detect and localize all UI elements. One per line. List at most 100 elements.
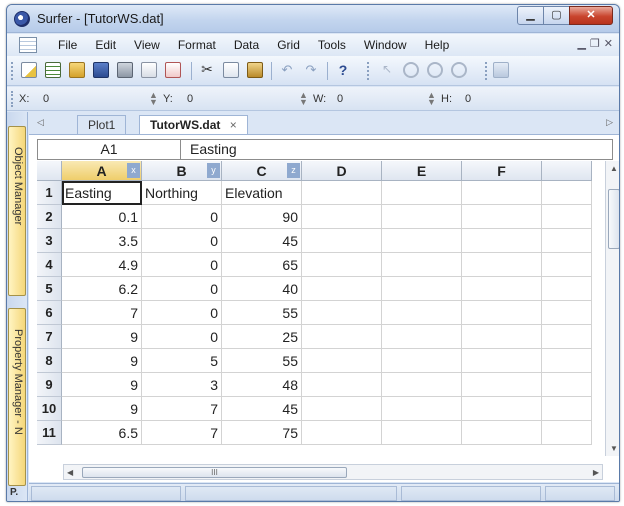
close-button[interactable]: ✕ xyxy=(569,6,613,25)
data-cell[interactable]: 48 xyxy=(222,373,302,397)
empty-cell[interactable] xyxy=(382,397,462,421)
empty-cell[interactable] xyxy=(302,349,382,373)
row-header[interactable]: 9 xyxy=(37,373,62,397)
data-cell[interactable]: 0 xyxy=(142,229,222,253)
empty-cell[interactable] xyxy=(302,301,382,325)
empty-cell[interactable] xyxy=(542,301,592,325)
header-cell[interactable]: Elevation xyxy=(222,181,302,205)
empty-cell[interactable] xyxy=(542,229,592,253)
title-bar[interactable]: Surfer - [TutorWS.dat] ▁ ▢ ✕ xyxy=(7,5,619,33)
scroll-left-icon[interactable]: ◀ xyxy=(67,468,73,477)
scroll-down-icon[interactable]: ▼ xyxy=(610,444,618,453)
menu-edit[interactable]: Edit xyxy=(86,38,125,52)
maximize-button[interactable]: ▢ xyxy=(543,6,570,25)
menu-view[interactable]: View xyxy=(125,38,169,52)
object-manager-tab[interactable]: Object Manager xyxy=(8,126,26,296)
y-coord-field[interactable]: 0 xyxy=(187,93,193,105)
menu-help[interactable]: Help xyxy=(416,38,459,52)
empty-cell[interactable] xyxy=(462,349,542,373)
w-size-field[interactable]: 0 xyxy=(337,93,343,105)
header-cell[interactable]: Northing xyxy=(142,181,222,205)
row-header[interactable]: 7 xyxy=(37,325,62,349)
empty-cell[interactable] xyxy=(542,397,592,421)
column-header-a[interactable]: A x xyxy=(62,161,142,181)
empty-cell[interactable] xyxy=(462,325,542,349)
empty-cell[interactable] xyxy=(302,397,382,421)
empty-cell[interactable] xyxy=(462,373,542,397)
tab-close-icon[interactable]: × xyxy=(230,118,237,132)
data-cell[interactable]: 55 xyxy=(222,349,302,373)
row-header[interactable]: 11 xyxy=(37,421,62,445)
menu-tools[interactable]: Tools xyxy=(309,38,355,52)
data-cell[interactable]: 0 xyxy=(142,277,222,301)
save-icon[interactable] xyxy=(93,62,109,78)
empty-cell[interactable] xyxy=(462,301,542,325)
column-header-g[interactable] xyxy=(542,161,592,181)
data-cell[interactable]: 55 xyxy=(222,301,302,325)
undo-icon[interactable]: ↶ xyxy=(279,62,295,78)
vertical-scrollbar[interactable]: ▲ ▼ xyxy=(605,161,619,456)
column-header-d[interactable]: D xyxy=(302,161,382,181)
x-spinner-icon[interactable]: ▲ ▼ xyxy=(149,91,158,107)
empty-cell[interactable] xyxy=(462,277,542,301)
doc-close-icon[interactable]: ✕ xyxy=(604,37,613,50)
data-cell[interactable]: 90 xyxy=(222,205,302,229)
empty-cell[interactable] xyxy=(462,397,542,421)
tab-scroll-left-icon[interactable]: ◁ xyxy=(37,117,44,128)
w-spinner-icon[interactable]: ▲ ▼ xyxy=(427,91,436,107)
data-cell[interactable]: 6.2 xyxy=(62,277,142,301)
page-setup-icon[interactable] xyxy=(165,62,181,78)
redo-icon[interactable]: ↷ xyxy=(303,62,319,78)
empty-cell[interactable] xyxy=(462,421,542,445)
empty-cell[interactable] xyxy=(382,205,462,229)
row-header[interactable]: 3 xyxy=(37,229,62,253)
empty-cell[interactable] xyxy=(302,181,382,205)
scroll-right-icon[interactable]: ▶ xyxy=(593,468,599,477)
data-cell[interactable]: 3.5 xyxy=(62,229,142,253)
data-cell[interactable]: 45 xyxy=(222,229,302,253)
data-cell[interactable]: 75 xyxy=(222,421,302,445)
print-preview-icon[interactable] xyxy=(141,62,157,78)
open-folder-icon[interactable] xyxy=(69,62,85,78)
menu-grid[interactable]: Grid xyxy=(268,38,309,52)
menu-file[interactable]: File xyxy=(49,38,86,52)
empty-cell[interactable] xyxy=(542,421,592,445)
scroll-up-icon[interactable]: ▲ xyxy=(610,164,618,173)
empty-cell[interactable] xyxy=(382,421,462,445)
data-cell[interactable]: 9 xyxy=(62,349,142,373)
empty-cell[interactable] xyxy=(382,373,462,397)
cell-content-field[interactable]: Easting xyxy=(190,140,237,159)
toolbar-grip[interactable] xyxy=(11,91,14,107)
toolbar-options-icon[interactable] xyxy=(493,62,509,78)
empty-cell[interactable] xyxy=(302,229,382,253)
new-worksheet-icon[interactable] xyxy=(45,62,61,78)
empty-cell[interactable] xyxy=(302,253,382,277)
empty-cell[interactable] xyxy=(542,349,592,373)
row-header[interactable]: 4 xyxy=(37,253,62,277)
x-coord-field[interactable]: 0 xyxy=(43,93,49,105)
row-header[interactable]: 1 xyxy=(37,181,62,205)
data-cell[interactable]: 0 xyxy=(142,325,222,349)
y-spinner-icon[interactable]: ▲ ▼ xyxy=(299,91,308,107)
data-cell[interactable]: 45 xyxy=(222,397,302,421)
toolbar-grip[interactable] xyxy=(367,62,370,80)
doc-restore-icon[interactable]: ❐ xyxy=(590,37,600,50)
empty-cell[interactable] xyxy=(382,253,462,277)
empty-cell[interactable] xyxy=(302,277,382,301)
row-header[interactable]: 8 xyxy=(37,349,62,373)
data-cell[interactable]: 25 xyxy=(222,325,302,349)
empty-cell[interactable] xyxy=(542,325,592,349)
menu-format[interactable]: Format xyxy=(169,38,225,52)
toolbar-grip[interactable] xyxy=(11,62,14,80)
row-header[interactable]: 5 xyxy=(37,277,62,301)
empty-cell[interactable] xyxy=(382,325,462,349)
tab-tutorws[interactable]: TutorWS.dat × xyxy=(139,115,248,134)
cut-icon[interactable]: ✂ xyxy=(199,62,215,78)
data-cell[interactable]: 7 xyxy=(142,397,222,421)
column-header-f[interactable]: F xyxy=(462,161,542,181)
tab-plot1[interactable]: Plot1 xyxy=(77,115,127,134)
data-cell[interactable]: 3 xyxy=(142,373,222,397)
zoom-rectangle-icon[interactable] xyxy=(451,62,467,78)
data-cell[interactable]: 0 xyxy=(142,301,222,325)
pointer-icon[interactable]: ↖ xyxy=(379,62,395,78)
